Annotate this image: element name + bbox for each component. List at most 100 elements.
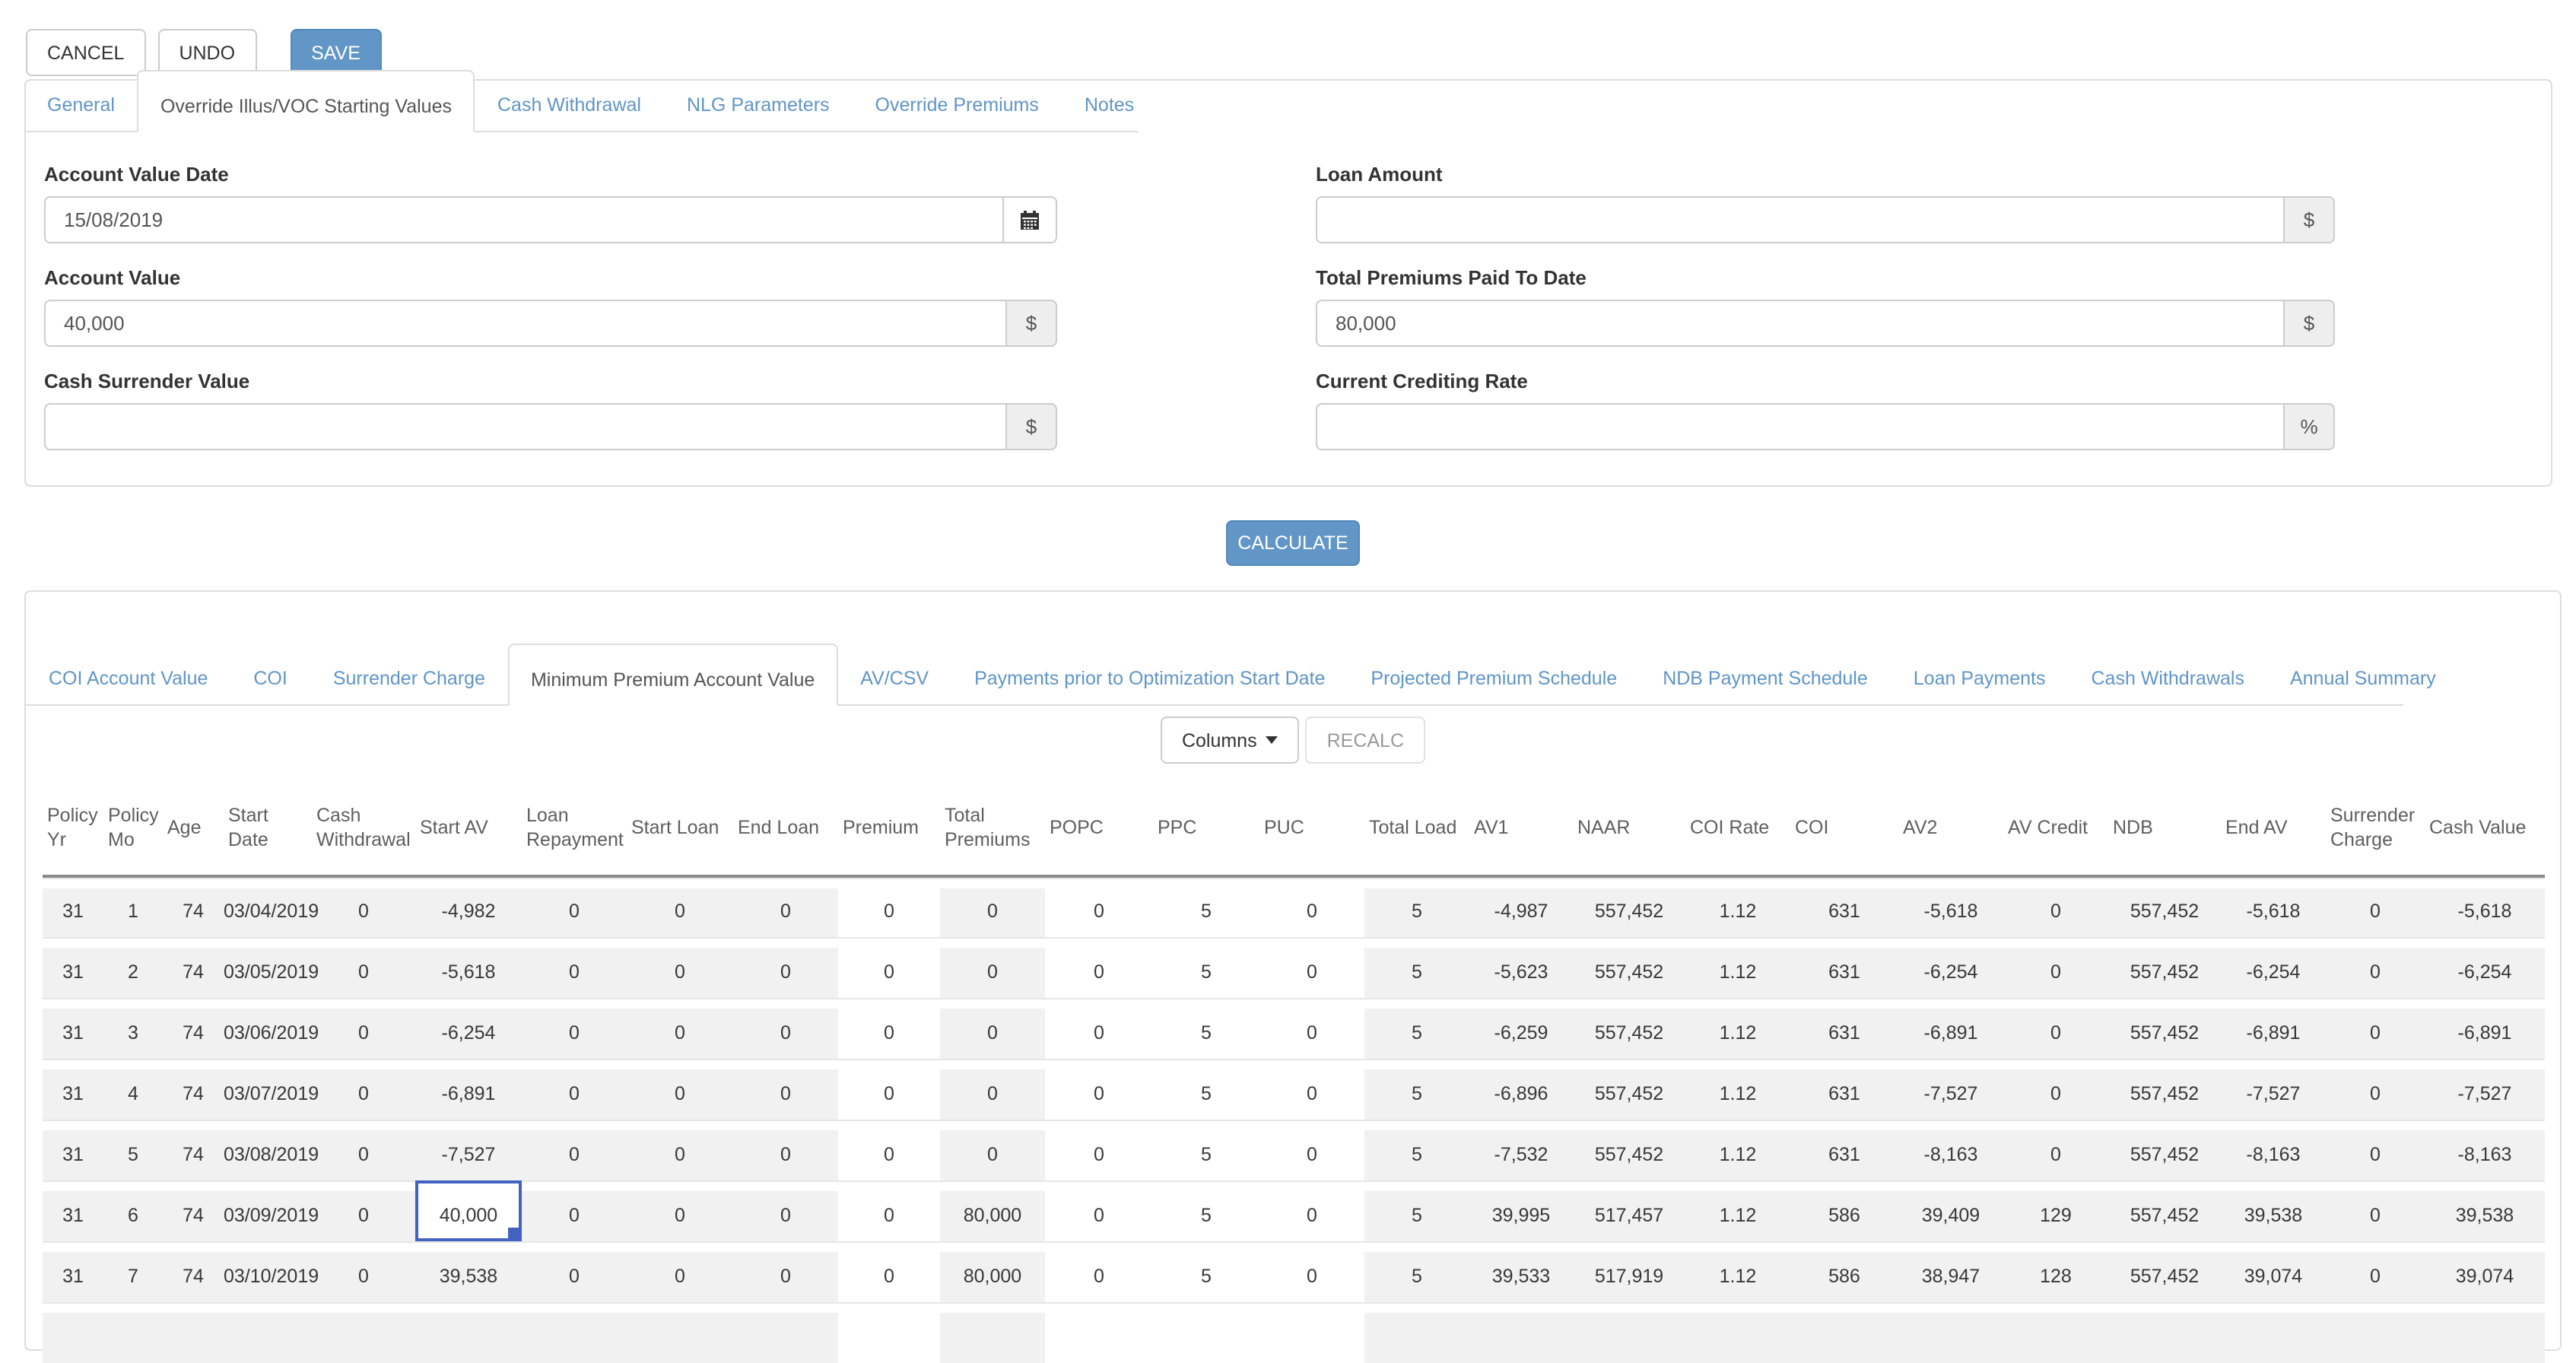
- table-cell[interactable]: [2221, 1302, 2326, 1363]
- table-cell[interactable]: [224, 1302, 312, 1363]
- table-cell[interactable]: -7,527: [2425, 1059, 2545, 1120]
- table-cell[interactable]: 1.12: [1685, 937, 1790, 998]
- table-cell[interactable]: 5: [1153, 876, 1259, 937]
- table-cell[interactable]: -6,254: [415, 998, 522, 1059]
- table-cell[interactable]: 0: [1045, 1180, 1153, 1241]
- table-cell[interactable]: 5: [1364, 876, 1469, 937]
- table-cell[interactable]: -7,527: [1898, 1059, 2003, 1120]
- table-cell[interactable]: 31: [43, 1180, 103, 1241]
- table-cell[interactable]: -5,618: [415, 937, 522, 998]
- table-cell[interactable]: 0: [312, 1241, 415, 1302]
- table-cell[interactable]: 0: [627, 1120, 733, 1180]
- table-cell[interactable]: 557,452: [2108, 876, 2221, 937]
- table-cell[interactable]: -5,623: [1469, 937, 1573, 998]
- table-cell[interactable]: 0: [940, 876, 1045, 937]
- cancel-button[interactable]: CANCEL: [26, 29, 145, 76]
- table-cell[interactable]: 39,409: [1898, 1180, 2003, 1241]
- table-cell[interactable]: 39,538: [2425, 1180, 2545, 1241]
- table-cell[interactable]: 03/10/2019: [224, 1241, 312, 1302]
- tab-override-illus-voc-starting-values[interactable]: Override Illus/VOC Starting Values: [138, 70, 475, 132]
- table-cell[interactable]: 0: [1045, 876, 1153, 937]
- table-cell[interactable]: 0: [1045, 1241, 1153, 1302]
- table-cell[interactable]: -7,527: [415, 1120, 522, 1180]
- table-cell[interactable]: -6,891: [415, 1059, 522, 1120]
- table-cell[interactable]: 0: [1259, 1120, 1364, 1180]
- table-cell[interactable]: 74: [163, 937, 224, 998]
- table-cell[interactable]: 39,533: [1469, 1241, 1573, 1302]
- table-cell[interactable]: 0: [940, 937, 1045, 998]
- table-cell[interactable]: [2108, 1302, 2221, 1363]
- table-cell[interactable]: 5: [1364, 998, 1469, 1059]
- table-cell[interactable]: 31: [43, 1059, 103, 1120]
- table-cell[interactable]: 0: [1045, 998, 1153, 1059]
- table-cell[interactable]: -6,896: [1469, 1059, 1573, 1120]
- table-cell[interactable]: 4: [103, 1059, 163, 1120]
- loan-amount-input[interactable]: [1316, 196, 2283, 243]
- table-cell[interactable]: -8,163: [1898, 1120, 2003, 1180]
- table-cell[interactable]: 0: [1259, 1059, 1364, 1120]
- tab-ndb-payment-schedule[interactable]: NDB Payment Schedule: [1640, 653, 1891, 704]
- table-cell[interactable]: -6,891: [1898, 998, 2003, 1059]
- table-cell[interactable]: 0: [2326, 1180, 2425, 1241]
- table-cell[interactable]: [627, 1302, 733, 1363]
- table-cell[interactable]: [838, 1302, 940, 1363]
- table-cell[interactable]: 0: [627, 937, 733, 998]
- table-cell[interactable]: 03/04/2019: [224, 876, 312, 937]
- table-cell[interactable]: 0: [522, 1059, 627, 1120]
- account-value-input[interactable]: [44, 300, 1005, 347]
- table-cell[interactable]: 0: [838, 876, 940, 937]
- table-cell[interactable]: 557,452: [2108, 1180, 2221, 1241]
- table-cell[interactable]: 0: [522, 1180, 627, 1241]
- table-cell[interactable]: 1.12: [1685, 1059, 1790, 1120]
- table-cell[interactable]: 0: [1259, 937, 1364, 998]
- table-cell[interactable]: 31: [43, 998, 103, 1059]
- table-cell[interactable]: 31: [43, 876, 103, 937]
- table-cell[interactable]: 557,452: [2108, 998, 2221, 1059]
- tab-override-premiums[interactable]: Override Premiums: [853, 79, 1062, 131]
- table-cell[interactable]: 5: [1364, 1120, 1469, 1180]
- columns-dropdown-button[interactable]: Columns: [1161, 716, 1300, 764]
- table-cell[interactable]: 5: [1153, 998, 1259, 1059]
- table-cell[interactable]: -5,618: [2425, 876, 2545, 937]
- table-cell[interactable]: 0: [627, 1059, 733, 1120]
- table-cell[interactable]: 03/05/2019: [224, 937, 312, 998]
- table-cell[interactable]: 0: [627, 1180, 733, 1241]
- tab-general[interactable]: General: [24, 79, 138, 131]
- table-cell[interactable]: 631: [1790, 876, 1898, 937]
- table-cell[interactable]: 631: [1790, 1120, 1898, 1180]
- table-cell[interactable]: 6: [103, 1180, 163, 1241]
- table-cell[interactable]: 0: [838, 1059, 940, 1120]
- table-cell[interactable]: 0: [1259, 876, 1364, 937]
- table-cell[interactable]: 0: [838, 998, 940, 1059]
- table-cell[interactable]: [940, 1302, 1045, 1363]
- table-cell[interactable]: 0: [627, 1241, 733, 1302]
- table-cell[interactable]: -6,254: [2221, 937, 2326, 998]
- recalc-button[interactable]: RECALC: [1306, 716, 1425, 764]
- table-cell[interactable]: 0: [1259, 1180, 1364, 1241]
- table-cell[interactable]: 1: [103, 876, 163, 937]
- table-cell[interactable]: -8,163: [2425, 1120, 2545, 1180]
- table-cell[interactable]: -5,618: [2221, 876, 2326, 937]
- table-cell[interactable]: 0: [2326, 1120, 2425, 1180]
- table-cell[interactable]: 557,452: [1573, 998, 1685, 1059]
- table-cell[interactable]: [1685, 1302, 1790, 1363]
- table-cell[interactable]: 0: [940, 1120, 1045, 1180]
- table-cell[interactable]: 557,452: [2108, 1059, 2221, 1120]
- table-cell[interactable]: 5: [1153, 1241, 1259, 1302]
- table-cell[interactable]: 74: [163, 998, 224, 1059]
- table-cell[interactable]: [1898, 1302, 2003, 1363]
- table-cell[interactable]: 0: [1045, 937, 1153, 998]
- tab-av-csv[interactable]: AV/CSV: [837, 653, 951, 704]
- table-cell[interactable]: 5: [1153, 1059, 1259, 1120]
- table-cell[interactable]: 0: [2326, 998, 2425, 1059]
- table-cell[interactable]: 80,000: [940, 1241, 1045, 1302]
- table-cell[interactable]: 557,452: [2108, 1120, 2221, 1180]
- table-cell[interactable]: 0: [2003, 998, 2108, 1059]
- table-cell[interactable]: [1790, 1302, 1898, 1363]
- table-cell[interactable]: 0: [733, 1120, 838, 1180]
- table-cell[interactable]: 631: [1790, 937, 1898, 998]
- table-cell[interactable]: 0: [838, 1180, 940, 1241]
- table-cell[interactable]: 1.12: [1685, 876, 1790, 937]
- tab-loan-payments[interactable]: Loan Payments: [1891, 653, 2069, 704]
- table-cell[interactable]: -6,254: [1898, 937, 2003, 998]
